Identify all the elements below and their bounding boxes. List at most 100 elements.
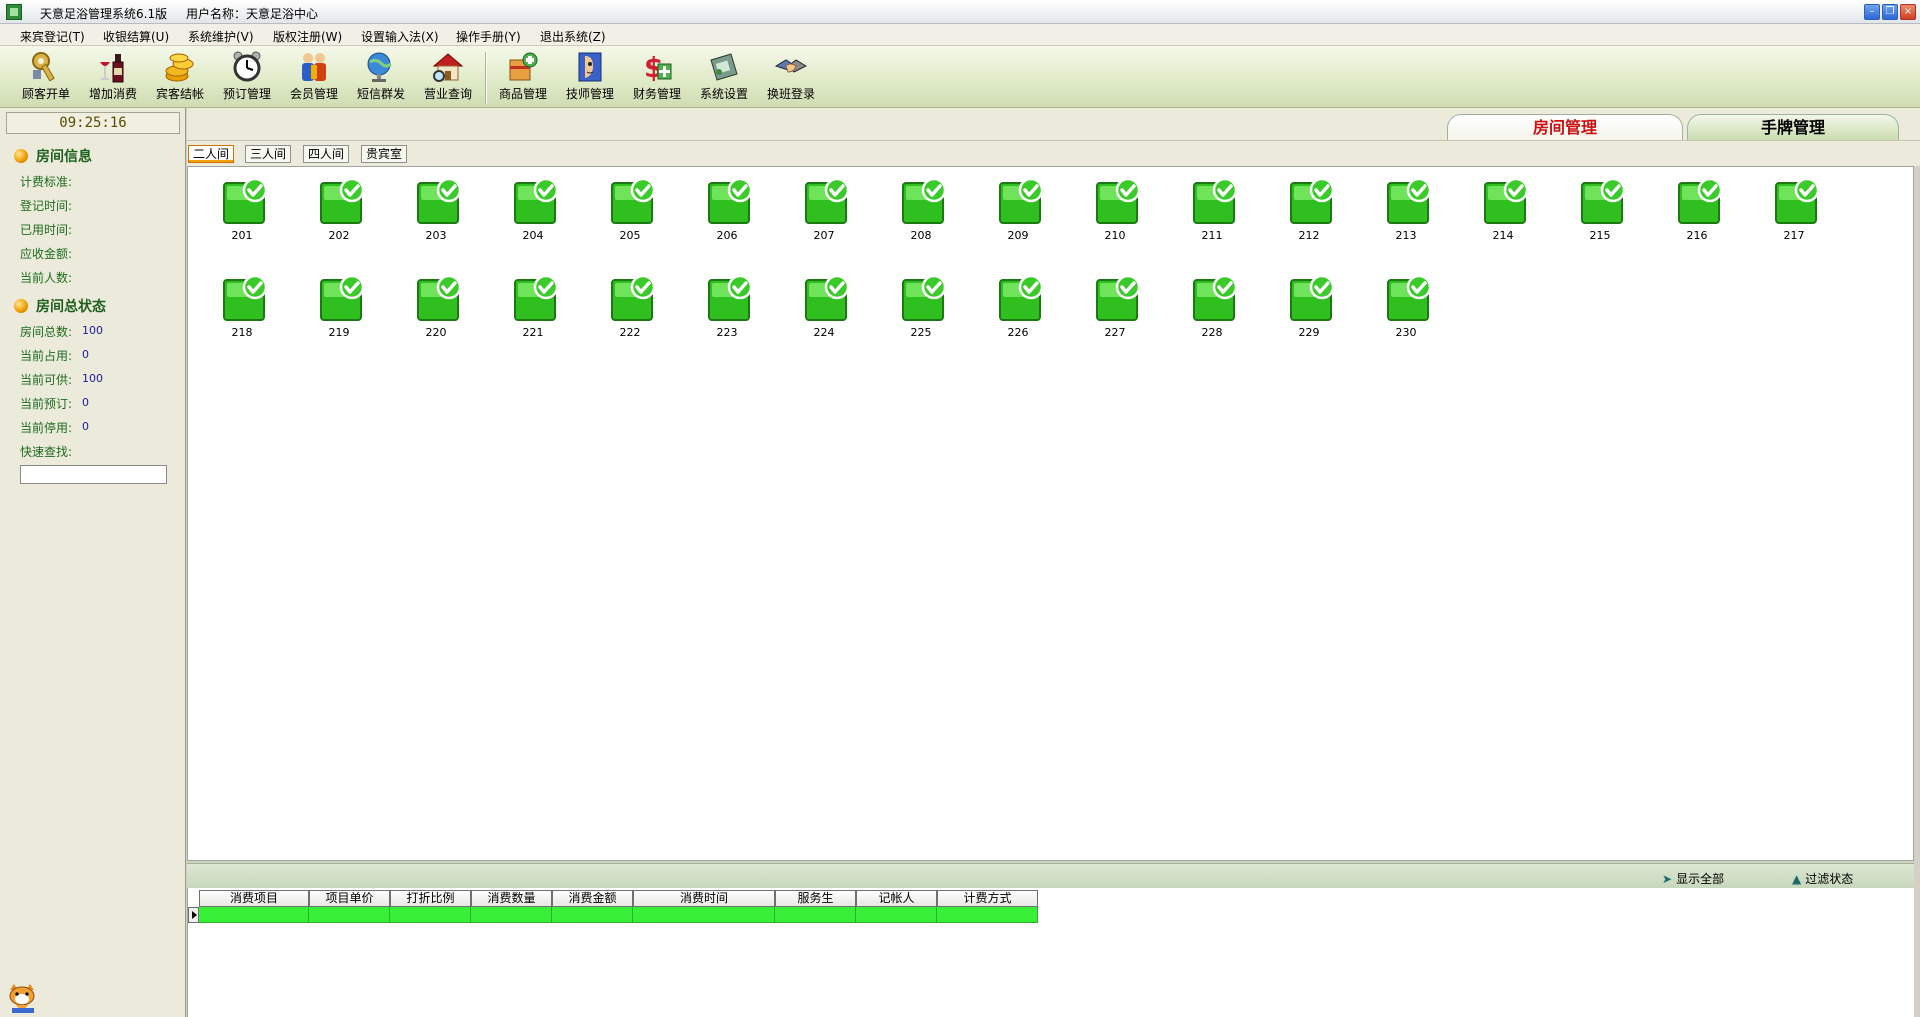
room-230[interactable]: 230 (1371, 266, 1441, 346)
technician-management-button[interactable]: 技师管理 (558, 50, 622, 106)
room-available-icon (1580, 177, 1626, 224)
room-201[interactable]: 201 (207, 169, 277, 249)
close-button[interactable]: × (1900, 4, 1916, 20)
menu-manual[interactable]: 操作手册(Y) (456, 28, 521, 45)
room-available-icon (1677, 177, 1723, 224)
room-available-icon (222, 177, 268, 224)
room-223[interactable]: 223 (692, 266, 762, 346)
room-211[interactable]: 211 (1177, 169, 1247, 249)
room-202[interactable]: 202 (304, 169, 374, 249)
grid-column-header[interactable]: 服务生 (775, 890, 856, 907)
grid-cell[interactable] (552, 907, 633, 923)
grid-column-header[interactable]: 记帐人 (856, 890, 937, 907)
room-number: 228 (1201, 326, 1223, 339)
room-204[interactable]: 204 (498, 169, 568, 249)
amount-due-label: 应收金额: (20, 247, 73, 261)
add-consumption-button[interactable]: 增加消费 (81, 50, 145, 106)
grid-cell[interactable] (199, 907, 309, 923)
tab-four-person-room[interactable]: 四人间 (303, 145, 350, 163)
room-number: 203 (425, 229, 447, 242)
grid-cell[interactable] (309, 907, 390, 923)
room-221[interactable]: 221 (498, 266, 568, 346)
sms-broadcast-button[interactable]: 短信群发 (349, 50, 413, 106)
shift-login-button[interactable]: 换班登录 (759, 50, 823, 106)
tab-room-management[interactable]: 房间管理 (1447, 114, 1683, 140)
room-228[interactable]: 228 (1177, 266, 1247, 346)
tool-label: 会员管理 (289, 87, 338, 101)
wine-icon (95, 50, 131, 84)
room-219[interactable]: 219 (304, 266, 374, 346)
menu-system-maintenance[interactable]: 系统维护(V) (188, 28, 254, 45)
grid-column-header[interactable]: 计费方式 (937, 890, 1038, 907)
room-number: 221 (522, 326, 544, 339)
reservation-button[interactable]: 预订管理 (215, 50, 279, 106)
members-icon (296, 50, 332, 84)
room-type-tabs: 二人间 三人间 四人间 贵宾室 (187, 141, 1920, 166)
grid-cell[interactable] (856, 907, 937, 923)
finance-management-button[interactable]: $ 财务管理 (625, 50, 689, 106)
coins-icon (162, 50, 198, 84)
grid-column-header[interactable]: 消费金额 (552, 890, 633, 907)
alarm-clock-icon (229, 50, 265, 84)
room-213[interactable]: 213 (1371, 169, 1441, 249)
tab-three-person-room[interactable]: 三人间 (245, 145, 292, 163)
grid-column-header[interactable]: 打折比例 (390, 890, 471, 907)
open-order-button[interactable]: 顾客开单 (14, 50, 78, 106)
grid-cell[interactable] (633, 907, 775, 923)
grid-cell[interactable] (937, 907, 1038, 923)
grid-cell[interactable] (390, 907, 471, 923)
menu-input-method[interactable]: 设置输入法(X) (361, 28, 439, 45)
tool-label: 预订管理 (222, 87, 271, 101)
restore-button[interactable]: ❐ (1882, 4, 1898, 20)
room-208[interactable]: 208 (886, 169, 956, 249)
room-203[interactable]: 203 (401, 169, 471, 249)
minimize-button[interactable]: – (1864, 4, 1880, 20)
room-229[interactable]: 229 (1274, 266, 1344, 346)
system-settings-button[interactable]: 系统设置 (692, 50, 756, 106)
checkout-button[interactable]: 宾客结帐 (148, 50, 212, 106)
room-222[interactable]: 222 (595, 266, 665, 346)
tab-vip-room[interactable]: 贵宾室 (361, 145, 408, 163)
grid-column-header[interactable]: 消费数量 (471, 890, 552, 907)
tab-hand-card-management[interactable]: 手牌管理 (1687, 114, 1899, 140)
grid-cell[interactable] (471, 907, 552, 923)
show-all-button[interactable]: ➤ 显示全部 (1662, 870, 1724, 887)
total-rooms-value: 100 (82, 324, 103, 337)
room-available-icon (998, 177, 1044, 224)
room-number: 213 (1395, 229, 1417, 242)
grid-column-header[interactable]: 项目单价 (309, 890, 390, 907)
room-224[interactable]: 224 (789, 266, 859, 346)
room-227[interactable]: 227 (1080, 266, 1150, 346)
menu-guest-register[interactable]: 来宾登记(T) (20, 28, 85, 45)
goods-management-button[interactable]: 商品管理 (491, 50, 555, 106)
room-215[interactable]: 215 (1565, 169, 1635, 249)
room-207[interactable]: 207 (789, 169, 859, 249)
grid-cell[interactable] (775, 907, 856, 923)
room-225[interactable]: 225 (886, 266, 956, 346)
member-management-button[interactable]: 会员管理 (282, 50, 346, 106)
filter-status-button[interactable]: ▲ 过滤状态 (1792, 870, 1853, 887)
room-218[interactable]: 218 (207, 266, 277, 346)
quick-search-input[interactable] (20, 465, 167, 484)
room-number: 206 (716, 229, 738, 242)
room-220[interactable]: 220 (401, 266, 471, 346)
room-206[interactable]: 206 (692, 169, 762, 249)
room-available-icon (319, 177, 365, 224)
menu-registration[interactable]: 版权注册(W) (273, 28, 342, 45)
room-217[interactable]: 217 (1759, 169, 1829, 249)
main-tab-strip: 房间管理 手牌管理 (187, 108, 1920, 141)
room-205[interactable]: 205 (595, 169, 665, 249)
room-216[interactable]: 216 (1662, 169, 1732, 249)
grid-column-header[interactable]: 消费项目 (199, 890, 309, 907)
room-209[interactable]: 209 (983, 169, 1053, 249)
room-210[interactable]: 210 (1080, 169, 1150, 249)
menu-exit[interactable]: 退出系统(Z) (540, 28, 606, 45)
room-212[interactable]: 212 (1274, 169, 1344, 249)
bullet-icon (14, 299, 28, 313)
tab-two-person-room[interactable]: 二人间 (188, 145, 235, 163)
room-226[interactable]: 226 (983, 266, 1053, 346)
grid-column-header[interactable]: 消费时间 (633, 890, 775, 907)
menu-cashier[interactable]: 收银结算(U) (103, 28, 169, 45)
room-214[interactable]: 214 (1468, 169, 1538, 249)
business-query-button[interactable]: 营业查询 (416, 50, 480, 106)
